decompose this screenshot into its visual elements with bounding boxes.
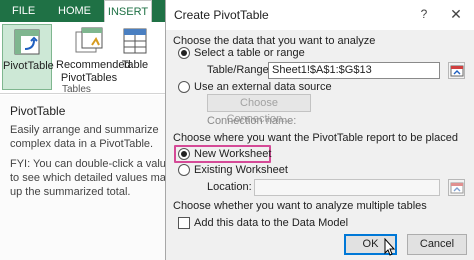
table-range-label: Table/Range: [207,64,272,76]
help-button[interactable]: ? [416,5,432,23]
existing-worksheet-label: Existing Worksheet [194,164,288,176]
mouse-cursor-icon [384,238,396,256]
new-worksheet-option[interactable]: New Worksheet [178,146,378,162]
pivottable-label: PivotTable [3,60,54,72]
pivottable-button[interactable]: PivotTable [2,24,54,90]
add-data-model-checkbox[interactable] [178,217,190,229]
choose-connection-button[interactable]: Choose Connection... [207,94,311,125]
location-collapse-button[interactable] [448,179,465,196]
section-placement-label: Choose where you want the PivotTable rep… [173,132,458,144]
section-multiple-label: Choose whether you want to analyze multi… [173,200,427,212]
table-label: Table [121,59,149,71]
table-range-field[interactable]: Sheet1!$A$1:$G$13 [268,62,440,79]
create-pivottable-dialog: Create PivotTable ? ✕ Choose the data th… [165,0,474,260]
recommended-pivottables-button[interactable]: Recommended PivotTables [56,24,131,90]
external-source-option[interactable]: Use an external data source [178,79,458,95]
table-icon [123,28,147,54]
cancel-button[interactable]: Cancel [407,234,467,255]
ribbon-tab-bar: FILE HOME INSERT [0,0,180,24]
select-table-option[interactable]: Select a table or range [178,45,458,61]
location-field[interactable] [254,179,440,196]
add-data-model-label: Add this data to the Data Model [194,217,349,229]
tab-home[interactable]: HOME [58,0,91,22]
recommended-pivottables-icon [75,27,103,53]
tooltip-title: PivotTable [10,104,66,118]
tab-insert[interactable]: INSERT [104,0,152,24]
existing-worksheet-radio[interactable] [178,164,190,176]
tooltip-fyi: FYI: You can double-click a value to see… [10,158,178,198]
tab-file[interactable]: FILE [12,0,35,22]
select-table-label: Select a table or range [194,47,305,59]
location-label: Location: [207,181,252,193]
external-source-label: Use an external data source [194,81,332,93]
dialog-title: Create PivotTable [174,8,269,22]
location-collapse-icon [450,182,464,194]
dialog-titlebar: Create PivotTable ? ✕ [166,0,474,30]
add-data-model-option[interactable]: Add this data to the Data Model [178,215,398,231]
group-label: Tables [62,84,91,95]
select-table-radio[interactable] [178,47,190,59]
tooltip-description: Easily arrange and summarize complex dat… [10,124,159,150]
connection-name-label: Connection name: [207,115,297,127]
range-collapse-icon [450,65,464,77]
pivottable-icon [14,29,40,55]
existing-worksheet-option[interactable]: Existing Worksheet [178,162,378,178]
close-button[interactable]: ✕ [447,5,465,23]
new-worksheet-radio[interactable] [178,148,190,160]
table-button[interactable]: Table [120,24,150,90]
pivottable-tooltip: PivotTable Easily arrange and summarize … [0,95,180,260]
range-collapse-button[interactable] [448,62,465,79]
new-worksheet-label: New Worksheet [194,148,272,160]
external-source-radio[interactable] [178,81,190,93]
